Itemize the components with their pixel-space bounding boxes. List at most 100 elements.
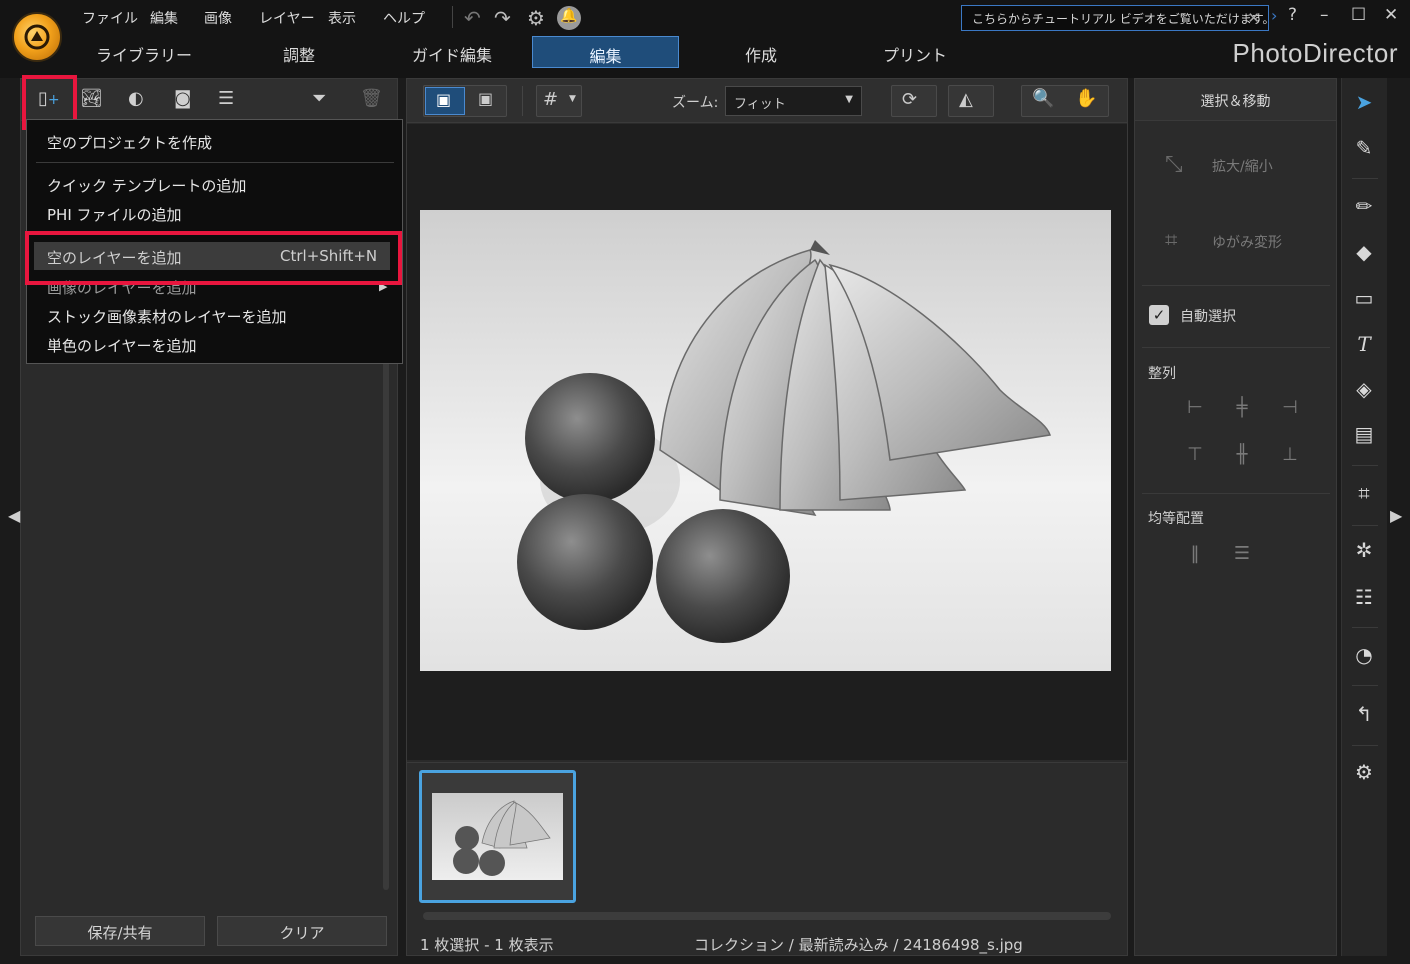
rotate-button[interactable]: ⟳ — [891, 85, 937, 117]
collapse-left-icon[interactable]: ◀ — [8, 506, 20, 525]
pencil-tool-icon[interactable]: ✏ — [1349, 194, 1379, 224]
align-top-icon[interactable]: ⊤ — [1183, 444, 1207, 468]
layer-properties-icon[interactable]: ☰ — [218, 88, 234, 109]
effects-tool-icon[interactable]: ◔ — [1349, 643, 1379, 673]
tutorial-text: こちらからチュートリアル ビデオをご覧いただけます。 — [972, 12, 1275, 26]
align-middle-vertical-icon[interactable]: ╫ — [1230, 444, 1254, 468]
minimize-icon[interactable]: – — [1320, 5, 1329, 25]
notification-bell-icon[interactable]: 🔔 — [557, 6, 581, 30]
help-button[interactable]: ? — [1288, 5, 1297, 25]
tab-print[interactable]: プリント — [872, 36, 958, 68]
section-divider — [1142, 285, 1330, 286]
redo-icon[interactable]: ↷ — [494, 6, 511, 30]
single-view-icon: ▣ — [436, 90, 452, 109]
toolbar-divider — [522, 86, 523, 116]
scale-option[interactable]: 拡大/縮小 — [1212, 156, 1273, 176]
tab-create[interactable]: 作成 — [726, 36, 796, 68]
distribute-vertical-icon[interactable]: ☰ — [1230, 543, 1254, 567]
align-right-icon[interactable]: ⊣ — [1278, 397, 1302, 421]
mask-icon[interactable]: ◙ — [174, 88, 191, 109]
collapse-right-icon[interactable]: ▶ — [1390, 506, 1402, 525]
tool-divider — [1352, 745, 1378, 746]
eraser-tool-icon[interactable]: ◆ — [1349, 240, 1379, 270]
add-image-layer-icon[interactable]: 🏞 — [80, 88, 103, 109]
tab-edit[interactable]: 編集 — [532, 36, 679, 68]
tool-divider — [1352, 627, 1378, 628]
compare-view-icon[interactable]: ▣ — [478, 89, 493, 108]
filmstrip-thumbnail[interactable] — [419, 770, 576, 903]
section-divider — [1142, 493, 1330, 494]
layers-scrollbar[interactable] — [383, 300, 389, 890]
file-path: コレクション / 最新読み込み / 24186498_s.jpg — [694, 936, 1023, 954]
align-left-icon[interactable]: ⊢ — [1183, 397, 1207, 421]
fill-bucket-tool-icon[interactable]: ◈ — [1349, 377, 1379, 407]
save-share-button[interactable]: 保存/共有 — [35, 916, 205, 946]
settings-gear-icon[interactable]: ⚙ — [527, 6, 545, 30]
menu-help[interactable]: ヘルプ — [383, 8, 425, 28]
distribute-label: 均等配置 — [1148, 511, 1204, 527]
tab-library[interactable]: ライブラリー — [92, 36, 196, 68]
tool-divider — [1352, 525, 1378, 526]
align-center-horizontal-icon[interactable]: ╪ — [1230, 397, 1254, 421]
dropdown-item-quick-template[interactable]: クイック テンプレートの追加 — [47, 175, 246, 196]
trash-icon[interactable]: 🗑 — [360, 88, 383, 109]
settings-icon[interactable]: ⚙ — [1349, 760, 1379, 790]
adjustment-sliders-icon[interactable]: ☷ — [1349, 585, 1379, 615]
history-tool-icon[interactable]: ↰ — [1349, 702, 1379, 732]
brand-name: PhotoDirector — [1232, 38, 1398, 68]
scale-icon: ⤡ — [1165, 152, 1183, 177]
undo-icon[interactable]: ↶ — [464, 6, 481, 30]
gradient-tool-icon[interactable]: ▤ — [1349, 422, 1379, 452]
selection-status: 1 枚選択 - 1 枚表示 — [420, 936, 554, 954]
filter-icon[interactable]: ⏷ — [312, 88, 326, 109]
distort-option[interactable]: ゆがみ変形 — [1212, 232, 1282, 252]
photo-content — [517, 240, 1051, 643]
close-icon[interactable]: ✕ — [1247, 9, 1260, 27]
thumbnail-content — [453, 800, 551, 876]
single-view-button[interactable]: ▣ — [425, 87, 465, 115]
tool-divider — [1352, 465, 1378, 466]
tab-adjust[interactable]: 調整 — [264, 36, 334, 68]
grid-button[interactable]: # ▼ — [536, 85, 582, 117]
auto-select-checkbox[interactable]: ✓ — [1149, 305, 1169, 325]
zoom-tool-icon[interactable]: 🔍 — [1032, 88, 1054, 109]
menu-view[interactable]: 表示 — [328, 8, 356, 28]
crop-tool-icon[interactable]: ⌗ — [1349, 481, 1379, 511]
app-logo[interactable] — [12, 12, 62, 62]
maximize-icon[interactable]: ☐ — [1351, 5, 1366, 25]
dropdown-item-new-project[interactable]: 空のプロジェクトを作成 — [47, 132, 212, 153]
dropdown-item-phi-file[interactable]: PHI ファイルの追加 — [47, 204, 182, 225]
menu-edit[interactable]: 編集 — [150, 8, 178, 28]
auto-select-label: 自動選択 — [1180, 309, 1236, 325]
clear-button[interactable]: クリア — [217, 916, 387, 946]
zoom-label: ズーム: — [672, 95, 719, 111]
chevron-right-icon[interactable]: › — [1271, 6, 1277, 25]
chevron-down-icon: ▼ — [845, 94, 853, 105]
close-window-icon[interactable]: ✕ — [1384, 5, 1398, 25]
flip-icon: ◭ — [959, 89, 973, 110]
hand-tool-icon[interactable]: ✋ — [1075, 88, 1097, 109]
rectangle-tool-icon[interactable]: ▭ — [1349, 286, 1379, 316]
zoom-value: フィット — [734, 97, 786, 112]
dropdown-item-solid-color-layer[interactable]: 単色のレイヤーを追加 — [47, 335, 197, 356]
flip-button[interactable]: ◭ — [948, 85, 994, 117]
menu-image[interactable]: 画像 — [204, 8, 232, 28]
tab-guided-edit[interactable]: ガイド編集 — [402, 36, 502, 68]
panel-title: 選択＆移動 — [1135, 79, 1336, 121]
dropdown-item-stock-layer[interactable]: ストック画像素材のレイヤーを追加 — [47, 306, 287, 327]
zoom-select[interactable]: フィット ▼ — [725, 86, 862, 116]
align-bottom-icon[interactable]: ⊥ — [1278, 444, 1302, 468]
menu-file[interactable]: ファイル — [82, 8, 138, 28]
adjustment-layer-icon[interactable]: ◐ — [128, 88, 144, 109]
text-tool-icon[interactable]: T — [1349, 332, 1379, 362]
menu-layer[interactable]: レイヤー — [259, 8, 315, 28]
magic-wand-tool-icon[interactable]: ✲ — [1349, 538, 1379, 568]
photo-canvas[interactable] — [420, 210, 1111, 671]
align-label: 整列 — [1148, 366, 1176, 382]
filmstrip-scrollbar[interactable] — [423, 912, 1111, 920]
brush-mask-tool-icon[interactable]: ✎ — [1349, 136, 1379, 166]
select-move-tool-icon[interactable]: ➤ — [1349, 90, 1379, 120]
tutorial-banner[interactable]: こちらからチュートリアル ビデオをご覧いただけます。 ✕ — [961, 5, 1275, 31]
tool-divider — [1352, 685, 1378, 686]
distribute-horizontal-icon[interactable]: ‖ — [1183, 543, 1207, 567]
